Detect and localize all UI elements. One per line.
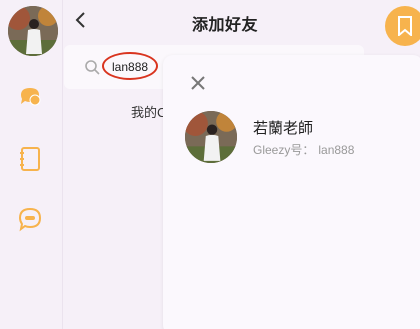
bubble-icon[interactable] (17, 206, 43, 232)
friend-avatar[interactable] (185, 111, 237, 163)
friend-avatar-photo (185, 111, 237, 163)
friend-id-label: Gleezy号： (253, 143, 315, 157)
friend-name[interactable]: 若蘭老師 (253, 117, 313, 138)
user-avatar[interactable] (8, 6, 58, 56)
chat-icon[interactable] (17, 84, 43, 110)
search-result-card: 若蘭老師 Gleezy号： lan888 (163, 55, 420, 329)
left-rail (0, 0, 62, 329)
highlight-circle (102, 52, 158, 80)
avatar-photo (8, 6, 58, 56)
my-code-link[interactable]: 我的C (131, 102, 165, 121)
bookmark-icon (398, 16, 412, 36)
notebook-icon[interactable] (17, 146, 43, 172)
close-icon[interactable] (189, 74, 207, 92)
page-title: 添加好友 (191, 17, 258, 34)
rail-divider (62, 0, 63, 329)
friend-id: Gleezy号： lan888 (253, 141, 354, 158)
chevron-left-icon[interactable] (70, 9, 92, 31)
friend-id-value: lan888 (318, 143, 355, 157)
bookmark-button[interactable] (385, 6, 420, 46)
search-icon (84, 59, 100, 75)
